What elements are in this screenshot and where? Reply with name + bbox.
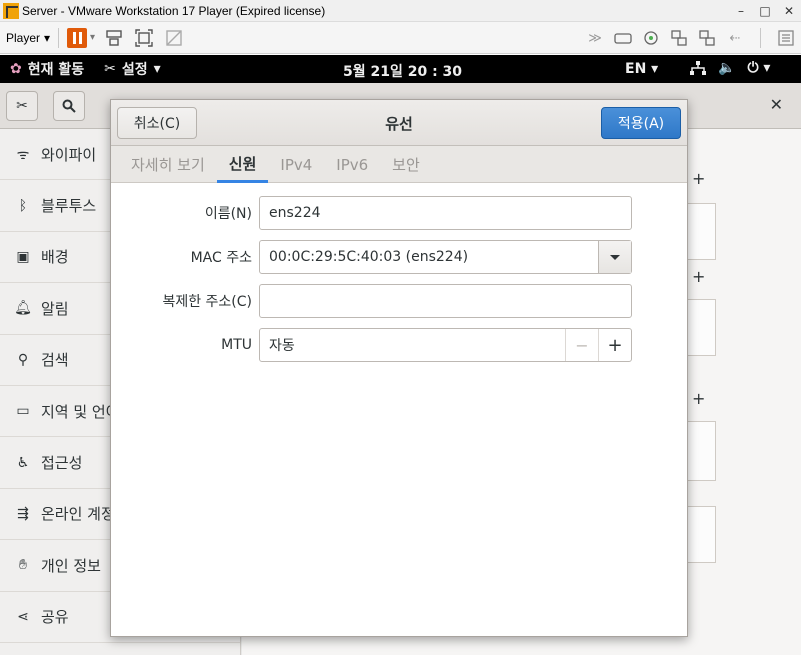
mac-label: MAC 주소 [190,250,252,266]
mac-row: MAC 주소 00:0C:29:5C:40:03 (ens224) [111,240,687,274]
wifi-icon: ᯤ [16,146,30,163]
hand-icon: ✋︎ [19,557,27,574]
cloned-address-row: 복제한 주소(C) [111,284,687,318]
app-menu[interactable]: ✂ 설정 ▾ [104,59,161,79]
name-label: 이름(N) [204,206,252,222]
unity-icon[interactable] [163,27,185,49]
mtu-increase-button[interactable]: + [598,329,631,361]
name-row: 이름(N) ens224 [111,196,687,230]
search-icon: ⚲ [17,351,29,368]
settings-close-button[interactable]: ✕ [770,95,783,114]
mac-address-combo[interactable]: 00:0C:29:5C:40:03 (ens224) [259,240,632,274]
add-connection-button[interactable]: + [692,169,705,188]
mtu-label: MTU [221,337,252,353]
tools-icon: ✂ [16,98,28,114]
cloned-address-field[interactable] [259,284,632,318]
toolbar-divider-right [760,28,761,48]
hard-disk-icon[interactable] [612,27,634,49]
pause-dropdown-icon[interactable]: ▾ [90,32,95,43]
activities-button[interactable]: ✿ 현재 활동 [10,59,84,79]
add-proxy-button[interactable]: + [692,389,705,408]
forward-icon[interactable]: ≫ [584,27,606,49]
system-menu[interactable]: 🔈 ⏻ ▾ [690,60,770,76]
tab-ipv6[interactable]: IPv6 [324,146,380,183]
tab-identity[interactable]: 신원 [216,146,269,183]
tab-details[interactable]: 자세히 보기 [119,146,217,183]
vmware-logo-icon [3,2,19,19]
mac-address-value: 00:0C:29:5C:40:03 (ens224) [269,249,469,265]
sidebar-item-label: 검색 [41,351,69,370]
app-menu-label: 설정 [121,62,148,78]
network-adapter-icon[interactable] [668,27,690,49]
send-ctrl-alt-del-icon[interactable] [103,27,125,49]
gnome-foot-icon: ✿ [10,61,22,77]
clock[interactable]: 5월 21일 20 : 30 [343,61,462,81]
mtu-value: 자동 [269,338,295,354]
bell-icon: 🔔︎ [14,300,32,317]
dialog-headerbar: 취소(C) 유선 적용(A) [111,100,687,146]
settings-tools-button[interactable]: ✂ [6,91,38,121]
maximize-button[interactable]: □ [753,0,777,22]
sidebar-item-label: 와이파이 [41,145,97,164]
sidebar-item-label: 지역 및 언어 [41,402,120,421]
vmware-toolbar: Player ▾ ▾ ≫ ⇠ [0,22,801,54]
mtu-row: MTU 자동 − + [111,328,687,362]
mtu-decrease-button[interactable]: − [565,329,598,361]
tab-security[interactable]: 보안 [380,146,432,183]
online-accounts-icon: ⇶ [17,505,29,522]
pause-bar-right [78,31,82,44]
camera-icon: ▭ [16,403,30,420]
wired-connection-dialog: 취소(C) 유선 적용(A) 자세히 보기 신원 IPv4 IPv6 보안 이름… [110,99,688,637]
chevron-down-icon: ▾ [651,61,659,77]
network-wired-icon [690,61,706,75]
player-menu-label: Player [6,30,41,45]
gnome-top-bar: ✿ 현재 활동 ✂ 설정 ▾ 5월 21일 20 : 30 EN ▾ 🔈 ⏻ ▾ [0,55,801,83]
chevron-down-icon [610,254,620,260]
sidebar-item-label: 접근성 [41,454,83,473]
usb-icon[interactable]: ⇠ [724,27,746,49]
minimize-button[interactable]: – [729,0,753,22]
sidebar-item-label: 배경 [41,248,69,267]
close-window-button[interactable]: ✕ [777,0,801,22]
background-icon: ▣ [16,248,30,265]
add-vpn-button[interactable]: + [692,267,705,286]
language-label: EN [625,61,647,77]
chevron-down-icon: ▾ [44,30,51,45]
cd-drive-icon[interactable] [640,27,662,49]
bluetooth-icon: ᛒ [18,197,28,214]
settings-search-button[interactable] [53,91,85,121]
player-menu[interactable]: Player ▾ [6,31,50,45]
accessibility-icon: ♿︎ [16,454,30,471]
message-log-icon[interactable] [775,27,797,49]
volume-icon: 🔈 [718,60,736,76]
sidebar-item-label: 개인 정보 [41,556,101,575]
power-icon: ⏻ ▾ [747,60,771,76]
sidebar-item-label: 온라인 계정 [41,505,115,524]
pause-button[interactable] [67,27,88,48]
fullscreen-icon[interactable] [133,27,155,49]
cloned-address-label: 복제한 주소(C) [162,294,252,310]
toolbar-divider [58,27,60,48]
language-indicator[interactable]: EN ▾ [625,61,658,77]
name-field[interactable]: ens224 [259,196,632,230]
tools-icon: ✂ [104,61,116,77]
vmware-titlebar: Server - VMware Workstation 17 Player (E… [0,0,801,22]
pause-bar-left [72,31,76,44]
activities-label: 현재 활동 [27,62,85,78]
tab-ipv4[interactable]: IPv4 [268,146,324,183]
network-adapter-2-icon[interactable] [696,27,718,49]
sidebar-item-label: 블루투스 [41,197,97,216]
mtu-spinbutton[interactable]: 자동 − + [259,328,632,362]
mac-dropdown-button[interactable] [598,241,631,273]
chevron-down-icon: ▾ [153,61,161,77]
dialog-tabs: 자세히 보기 신원 IPv4 IPv6 보안 [111,146,687,183]
sidebar-item-label: 공유 [41,608,69,627]
search-icon [62,99,76,113]
apply-button[interactable]: 적용(A) [601,107,681,139]
share-icon: ⋖ [17,608,29,625]
window-title: Server - VMware Workstation 17 Player (E… [22,3,326,18]
sidebar-item-label: 알림 [41,299,69,318]
